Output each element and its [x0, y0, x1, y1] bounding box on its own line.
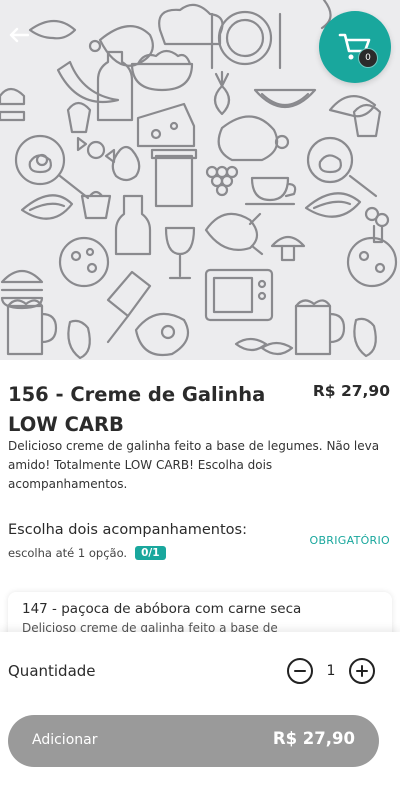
- product-header: 156 - Creme de Galinha LOW CARB R$ 27,90: [8, 380, 392, 440]
- choice-count-badge: 0/1: [135, 546, 166, 560]
- quantity-stepper: 1: [287, 658, 375, 684]
- product-price: R$ 27,90: [312, 382, 390, 400]
- add-button-label: Adicionar: [32, 732, 98, 748]
- back-arrow-icon: [9, 27, 29, 43]
- choice-section: Escolha dois acompanhamentos: escolha at…: [8, 522, 392, 560]
- option-title: 147 - paçoca de abóbora com carne seca: [22, 601, 302, 617]
- product-description: Delicioso creme de galinha feito a base …: [8, 439, 380, 491]
- required-label: OBRIGATÓRIO: [309, 534, 390, 547]
- quantity-label: Quantidade: [8, 662, 96, 680]
- bottom-action-panel: Quantidade 1 Adicionar R$ 27,90: [0, 632, 400, 800]
- back-button[interactable]: [6, 22, 32, 48]
- add-to-cart-button[interactable]: Adicionar R$ 27,90: [8, 715, 379, 767]
- choice-section-subtitle-row: escolha até 1 opção. 0/1: [8, 546, 392, 560]
- add-button-price: R$ 27,90: [272, 729, 355, 748]
- product-title: 156 - Creme de Galinha LOW CARB: [8, 383, 266, 436]
- plus-icon: [356, 665, 368, 677]
- cart-count-badge: 0: [358, 48, 378, 68]
- product-hero-image: 0: [0, 0, 400, 360]
- increase-quantity-button[interactable]: [349, 658, 375, 684]
- minus-icon: [294, 670, 306, 672]
- decrease-quantity-button[interactable]: [287, 658, 313, 684]
- quantity-value: 1: [326, 663, 336, 679]
- cart-button[interactable]: 0: [319, 11, 391, 83]
- choice-section-subtitle: escolha até 1 opção.: [8, 546, 128, 560]
